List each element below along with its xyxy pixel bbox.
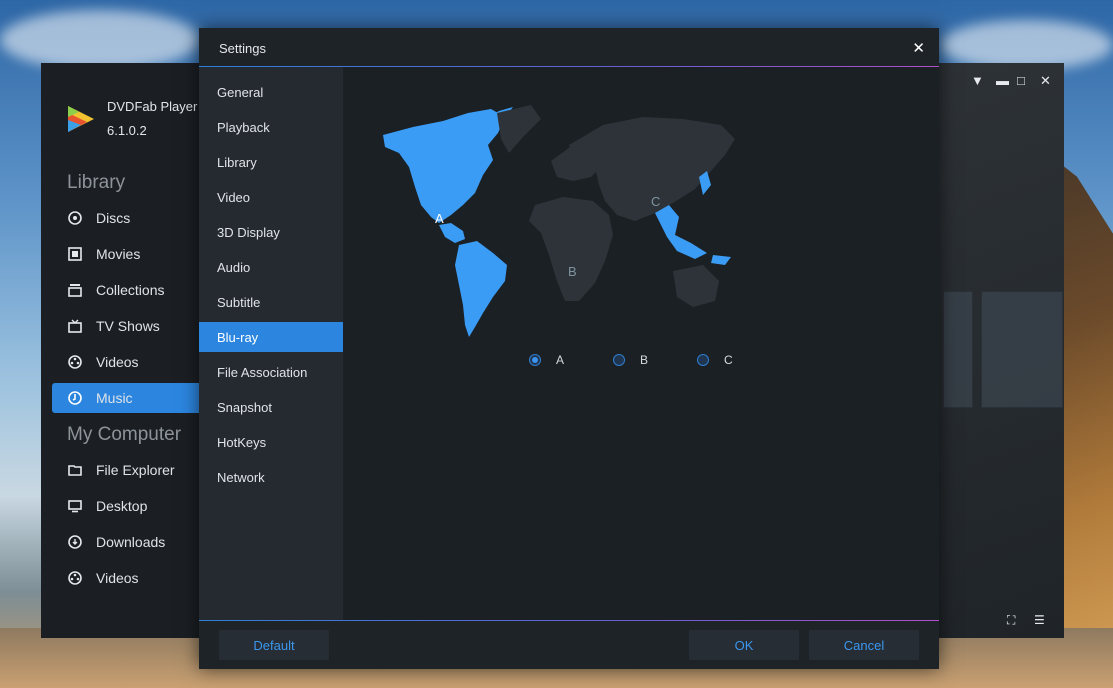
sidebar-item-label: Music: [96, 390, 133, 406]
menu-item-general[interactable]: General: [199, 77, 343, 107]
menu-item-subtitle[interactable]: Subtitle: [199, 287, 343, 317]
player-content-background: [938, 63, 1064, 638]
stack-icon: [67, 282, 83, 298]
sidebar-item-computer-videos[interactable]: Videos: [52, 563, 201, 593]
menu-item-blu-ray[interactable]: Blu-ray: [199, 322, 343, 352]
settings-menu: General Playback Library Video 3D Displa…: [199, 67, 343, 620]
sidebar-item-music[interactable]: Music: [52, 383, 201, 413]
menu-item-audio[interactable]: Audio: [199, 252, 343, 282]
disc-icon: [67, 210, 83, 226]
close-icon[interactable]: ✕: [1040, 73, 1051, 89]
my-computer-section-title: My Computer: [67, 424, 182, 445]
region-a-label: A: [435, 211, 444, 226]
sidebar-item-label: Videos: [96, 570, 139, 586]
sidebar-item-tv-shows[interactable]: TV Shows: [52, 311, 201, 341]
blu-ray-settings-panel: A B C A B C: [343, 67, 939, 620]
monitor-icon: [67, 498, 83, 514]
folder-icon: [67, 462, 83, 478]
default-button[interactable]: Default: [219, 630, 329, 660]
minimize-icon[interactable]: ▬: [996, 73, 1009, 88]
region-b-label: B: [568, 264, 577, 279]
list-view-icon[interactable]: ☰: [1034, 613, 1045, 627]
region-a-option-label: A: [556, 353, 565, 367]
reel-icon: [67, 354, 83, 370]
sidebar-item-label: Discs: [96, 210, 131, 226]
film-icon: [67, 246, 83, 262]
menu-item-video[interactable]: Video: [199, 182, 343, 212]
settings-dialog: Settings ✕ General Playback Library Vide…: [199, 28, 939, 669]
music-icon: [67, 390, 83, 406]
sidebar-item-label: Collections: [96, 282, 165, 298]
close-icon[interactable]: ✕: [912, 39, 925, 57]
region-c-label: C: [651, 194, 660, 209]
ok-button[interactable]: OK: [689, 630, 799, 660]
menu-item-snapshot[interactable]: Snapshot: [199, 392, 343, 422]
media-tile[interactable]: [981, 291, 1063, 408]
download-icon: [67, 534, 83, 550]
app-version: 6.1.0.2: [107, 123, 147, 138]
dialog-title: Settings: [219, 41, 266, 56]
fullscreen-icon[interactable]: ⛶: [1007, 613, 1015, 628]
sidebar-item-downloads[interactable]: Downloads: [52, 527, 201, 557]
region-a-shape[interactable]: [383, 107, 513, 337]
region-world-map: A B C: [383, 105, 735, 337]
region-c-option[interactable]: C: [697, 353, 733, 367]
media-tile[interactable]: [943, 291, 973, 408]
dropdown-menu-icon[interactable]: ▼: [971, 73, 984, 88]
region-b-option-label: B: [640, 353, 649, 367]
sidebar-item-label: File Explorer: [96, 462, 175, 478]
menu-item-file-association[interactable]: File Association: [199, 357, 343, 387]
region-b-radio[interactable]: [613, 354, 625, 366]
dvdfab-logo-icon: [68, 106, 94, 132]
region-c-option-label: C: [724, 353, 733, 367]
radio-selected-dot: [532, 357, 538, 363]
menu-item-library[interactable]: Library: [199, 147, 343, 177]
app-name: DVDFab Player: [107, 99, 198, 114]
brand: DVDFab Player 6.1.0.2: [65, 95, 197, 143]
menu-item-hotkeys[interactable]: HotKeys: [199, 427, 343, 457]
library-section-title: Library: [67, 172, 126, 193]
sidebar-item-label: Desktop: [96, 498, 148, 514]
region-a-option[interactable]: A: [529, 353, 564, 367]
maximize-icon[interactable]: □: [1017, 73, 1025, 88]
tv-icon: [67, 318, 83, 334]
cancel-button[interactable]: Cancel: [809, 630, 919, 660]
sidebar-item-label: Downloads: [96, 534, 166, 550]
sidebar-item-desktop[interactable]: Desktop: [52, 491, 201, 521]
sidebar-item-label: Movies: [96, 246, 141, 262]
region-c-radio[interactable]: [697, 354, 709, 366]
menu-item-playback[interactable]: Playback: [199, 112, 343, 142]
region-b-option[interactable]: B: [613, 353, 648, 367]
cloud: [0, 10, 200, 70]
sidebar-item-discs[interactable]: Discs: [52, 203, 201, 233]
dialog-footer: Default OK Cancel: [199, 621, 939, 669]
reel-icon: [67, 570, 83, 586]
sidebar-item-movies[interactable]: Movies: [52, 239, 201, 269]
player-sidebar: DVDFab Player 6.1.0.2 Library Discs Movi…: [41, 63, 201, 638]
sidebar-item-file-explorer[interactable]: File Explorer: [52, 455, 201, 485]
sidebar-item-videos[interactable]: Videos: [52, 347, 201, 377]
region-a-radio[interactable]: [529, 354, 541, 366]
sidebar-item-collections[interactable]: Collections: [52, 275, 201, 305]
sidebar-item-label: TV Shows: [96, 318, 160, 334]
menu-item-network[interactable]: Network: [199, 462, 343, 492]
sidebar-item-label: Videos: [96, 354, 139, 370]
menu-item-3d-display[interactable]: 3D Display: [199, 217, 343, 247]
